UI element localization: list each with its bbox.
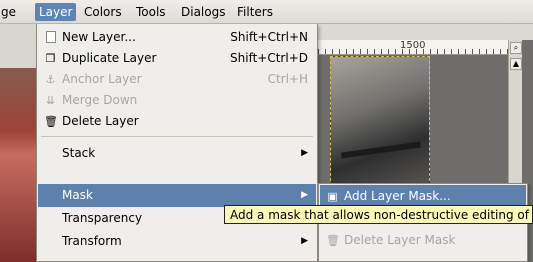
canvas-left-edge <box>0 24 36 262</box>
merge-down-icon: ⇊ <box>45 94 56 107</box>
menu-layer[interactable]: Layer <box>35 3 77 21</box>
horizontal-ruler[interactable]: 1500 <box>318 40 508 55</box>
menu-item-duplicate-layer[interactable]: ❐ Duplicate Layer Shift+Ctrl+D <box>38 47 316 70</box>
ruler-label: 1500 <box>400 40 426 51</box>
menubar: ge Layer Colors Tools Dialogs Filters <box>0 0 533 24</box>
menu-separator <box>41 136 313 137</box>
menu-item-delete-layer-mask: 🗑 Delete Layer Mask <box>326 233 456 247</box>
menu-item-merge-down: ⇊ Merge Down <box>45 93 138 107</box>
layer-menu: New Layer... Shift+Ctrl+N ❐ Duplicate La… <box>36 24 318 262</box>
new-layer-icon <box>46 31 56 43</box>
submenu-arrow-icon: ▶ <box>301 190 308 200</box>
toolbox-edge <box>0 24 36 68</box>
add-layer-mask-icon: ▣ <box>327 190 338 203</box>
zoom-toggle-icon[interactable]: ⌕ <box>510 42 522 54</box>
menu-item-transform[interactable]: Transform ▶ <box>38 230 316 253</box>
menu-item-anchor-layer: ⚓ Anchor Layer Ctrl+H <box>45 72 308 86</box>
submenu-arrow-icon: ▶ <box>301 236 308 246</box>
menu-item-new-layer[interactable]: New Layer... Shift+Ctrl+N <box>38 26 316 49</box>
submenu-arrow-icon: ▶ <box>301 148 308 158</box>
menu-item-delete-layer[interactable]: 🗑 Delete Layer <box>38 110 316 133</box>
delete-layer-mask-icon: 🗑 <box>326 234 340 247</box>
image-layer[interactable] <box>330 56 430 186</box>
tooltip: Add a mask that allows non-destructive e… <box>224 205 533 224</box>
menu-dialogs[interactable]: Dialogs <box>177 3 229 21</box>
menu-item-stack[interactable]: Stack ▶ <box>38 142 316 165</box>
photo-detail <box>340 141 422 159</box>
menu-filters[interactable]: Filters <box>233 3 277 21</box>
delete-layer-icon: 🗑 <box>44 115 58 128</box>
scroll-up-icon[interactable]: ▲ <box>510 58 522 70</box>
menu-tools[interactable]: Tools <box>132 3 170 21</box>
duplicate-layer-icon: ❐ <box>45 52 56 65</box>
menu-colors[interactable]: Colors <box>80 3 126 21</box>
menu-item-mask[interactable]: Mask ▶ <box>38 184 316 207</box>
menu-image[interactable]: ge <box>0 3 20 21</box>
anchor-icon: ⚓ <box>45 73 56 86</box>
